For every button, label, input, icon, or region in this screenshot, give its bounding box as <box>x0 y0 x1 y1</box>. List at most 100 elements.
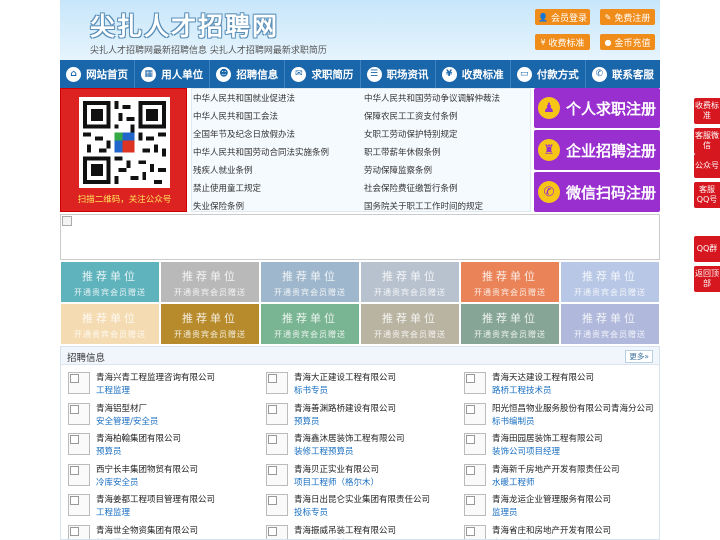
position-link[interactable]: 路桥工程技术员 <box>492 384 552 396</box>
more-link[interactable]: 更多» <box>625 350 653 363</box>
law-link[interactable]: 残疾人就业条例 <box>193 164 253 176</box>
company-logo[interactable] <box>68 494 90 517</box>
coin-recharge-button[interactable]: ● 金币充值 <box>600 34 655 50</box>
company-name-link[interactable]: 西宁长丰集团物贸有限公司 <box>96 463 198 475</box>
law-link[interactable]: 保障农民工工资支付条例 <box>364 110 458 122</box>
company-logo[interactable] <box>266 525 288 539</box>
nav-item-fees[interactable]: ¥ 收费标准 <box>436 60 511 88</box>
law-link[interactable]: 失业保险条例 <box>193 200 244 212</box>
company-name-link[interactable]: 青海柏翰集团有限公司 <box>96 432 181 444</box>
law-link[interactable]: 国务院关于职工工作时间的规定 <box>364 200 483 212</box>
side-back-to-top-button[interactable]: 返回顶部 <box>694 266 720 292</box>
job-seeker-register-button[interactable]: ♟ 个人求职注册 <box>534 88 660 128</box>
position-link[interactable]: 冷库安全员 <box>96 476 139 488</box>
nav-item-news[interactable]: ☰ 职场资讯 <box>361 60 436 88</box>
company-name-link[interactable]: 青海日出昆仑实业集团有限责任公司 <box>294 493 430 505</box>
position-link[interactable]: 装饰公司项目经理 <box>492 445 560 457</box>
law-link[interactable]: 社会保险费征缴暂行条例 <box>364 182 458 194</box>
nav-item-employers[interactable]: ▦ 用人单位 <box>135 60 211 88</box>
register-button[interactable]: ✎ 免费注册 <box>600 9 655 25</box>
recommend-slot[interactable]: 推荐单位 开通贵宾会员赠送 <box>261 262 359 302</box>
banner-ad-placeholder[interactable] <box>60 214 660 260</box>
position-link[interactable]: 装修工程预算员 <box>294 445 354 457</box>
company-name-link[interactable]: 青海贝正实业有限公司 <box>294 463 379 475</box>
company-name-link[interactable]: 青海善渊路桥建设有限公司 <box>294 402 396 414</box>
position-link[interactable]: 工程监理 <box>96 384 130 396</box>
recommend-slot[interactable]: 推荐单位 开通贵宾会员赠送 <box>61 262 159 302</box>
company-logo[interactable] <box>464 494 486 517</box>
company-name-link[interactable]: 青海世全物资集团有限公司 <box>96 524 198 536</box>
side-qq-group-button[interactable]: QQ群 <box>694 236 720 262</box>
company-logo[interactable] <box>464 525 486 539</box>
company-name-link[interactable]: 青海天达建设工程有限公司 <box>492 371 594 383</box>
company-name-link[interactable]: 青海兴青工程监理咨询有限公司 <box>96 371 215 383</box>
company-logo[interactable] <box>266 402 288 425</box>
position-link[interactable]: 预算员 <box>96 445 122 457</box>
recommend-slot[interactable]: 推荐单位 开通贵宾会员赠送 <box>561 304 659 344</box>
position-link[interactable]: 水暖工程师 <box>492 476 535 488</box>
company-logo[interactable] <box>266 494 288 517</box>
recommend-slot[interactable]: 推荐单位 开通贵宾会员赠送 <box>61 304 159 344</box>
company-name-link[interactable]: 青海田园居装饰工程有限公司 <box>492 432 603 444</box>
position-link[interactable]: 监理员 <box>492 506 518 518</box>
nav-item-payment[interactable]: ▭ 付款方式 <box>511 60 586 88</box>
side-fee-standard-button[interactable]: 收费标准 <box>694 98 720 124</box>
nav-item-jobs[interactable]: ☻ 招聘信息 <box>210 60 286 88</box>
law-link[interactable]: 中华人民共和国工会法 <box>193 110 278 122</box>
company-register-button[interactable]: ♜ 企业招聘注册 <box>534 130 660 170</box>
company-logo[interactable] <box>68 372 90 394</box>
side-service-wechat-button[interactable]: 客服微信 <box>694 128 720 154</box>
law-link[interactable]: 劳动保障监察条例 <box>364 164 432 176</box>
company-logo[interactable] <box>464 433 486 456</box>
law-link[interactable]: 中华人民共和国劳动合同法实施条例 <box>193 146 329 158</box>
company-logo[interactable] <box>266 433 288 456</box>
nav-item-resumes[interactable]: ✉ 求职简历 <box>285 60 361 88</box>
wechat-register-button[interactable]: ✆ 微信扫码注册 <box>534 172 660 212</box>
company-name-link[interactable]: 青海姜都工程项目管理有限公司 <box>96 493 215 505</box>
nav-item-home[interactable]: ⌂ 网站首页 <box>60 60 136 88</box>
position-link[interactable]: 安全管理/安全员 <box>96 415 158 427</box>
recommend-slot[interactable]: 推荐单位 开通贵宾会员赠送 <box>161 304 259 344</box>
company-name-link[interactable]: 青海大正建设工程有限公司 <box>294 371 396 383</box>
position-link[interactable]: 项目工程师（格尔木） <box>294 476 379 488</box>
law-link[interactable]: 中华人民共和国劳动争议调解仲裁法 <box>364 92 500 104</box>
company-logo[interactable] <box>464 463 486 486</box>
recommend-slot[interactable]: 推荐单位 开通贵宾会员赠送 <box>561 262 659 302</box>
company-logo[interactable] <box>266 372 288 394</box>
law-link[interactable]: 中华人民共和国就业促进法 <box>193 92 295 104</box>
recommend-slot[interactable]: 推荐单位 开通贵宾会员赠送 <box>361 304 459 344</box>
position-link[interactable]: 标书专员 <box>294 384 328 396</box>
recommend-slot[interactable]: 推荐单位 开通贵宾会员赠送 <box>161 262 259 302</box>
company-logo[interactable] <box>68 463 90 486</box>
site-title[interactable]: 尖扎人才招聘网 <box>90 7 279 43</box>
company-name-link[interactable]: 青海振威吊装工程有限公司 <box>294 524 396 536</box>
company-name-link[interactable]: 青海铝型材厂 <box>96 402 147 414</box>
company-name-link[interactable]: 青海鑫沐居装饰工程有限公司 <box>294 432 405 444</box>
recommend-slot[interactable]: 推荐单位 开通贵宾会员赠送 <box>461 262 559 302</box>
recommend-slot[interactable]: 推荐单位 开通贵宾会员赠送 <box>361 262 459 302</box>
law-link[interactable]: 全国年节及纪念日放假办法 <box>193 128 295 140</box>
law-link[interactable]: 职工带薪年休假条例 <box>364 146 441 158</box>
fee-standard-button[interactable]: ¥ 收费标准 <box>535 34 590 50</box>
company-name-link[interactable]: 青海新千房地产开发有限责任公司 <box>492 463 620 475</box>
company-name-link[interactable]: 青海龙运企业管理服务有限公司 <box>492 493 611 505</box>
position-link[interactable]: 工程监理 <box>96 506 130 518</box>
position-link[interactable]: 预算员 <box>294 415 320 427</box>
company-name-link[interactable]: 青海省庄和房地产开发有限公司 <box>492 524 611 536</box>
law-link[interactable]: 女职工劳动保护特别规定 <box>364 128 458 140</box>
position-link[interactable]: 标书编制员 <box>492 415 535 427</box>
company-name-link[interactable]: 阳光恒昌物业服务股份有限公司青海分公司 <box>492 402 654 414</box>
company-logo[interactable] <box>68 433 90 456</box>
side-service-qq-button[interactable]: 客服QQ号 <box>694 182 720 208</box>
nav-item-contact[interactable]: ✆ 联系客服 <box>586 60 660 88</box>
side-official-account-button[interactable]: 公众号 <box>694 154 720 178</box>
company-logo[interactable] <box>266 463 288 486</box>
company-logo[interactable] <box>464 402 486 425</box>
login-button[interactable]: 👤 会员登录 <box>535 9 590 25</box>
recommend-slot[interactable]: 推荐单位 开通贵宾会员赠送 <box>261 304 359 344</box>
recommend-slot[interactable]: 推荐单位 开通贵宾会员赠送 <box>461 304 559 344</box>
company-logo[interactable] <box>68 402 90 425</box>
company-logo[interactable] <box>68 525 90 539</box>
law-link[interactable]: 禁止使用童工规定 <box>193 182 261 194</box>
company-logo[interactable] <box>464 372 486 394</box>
